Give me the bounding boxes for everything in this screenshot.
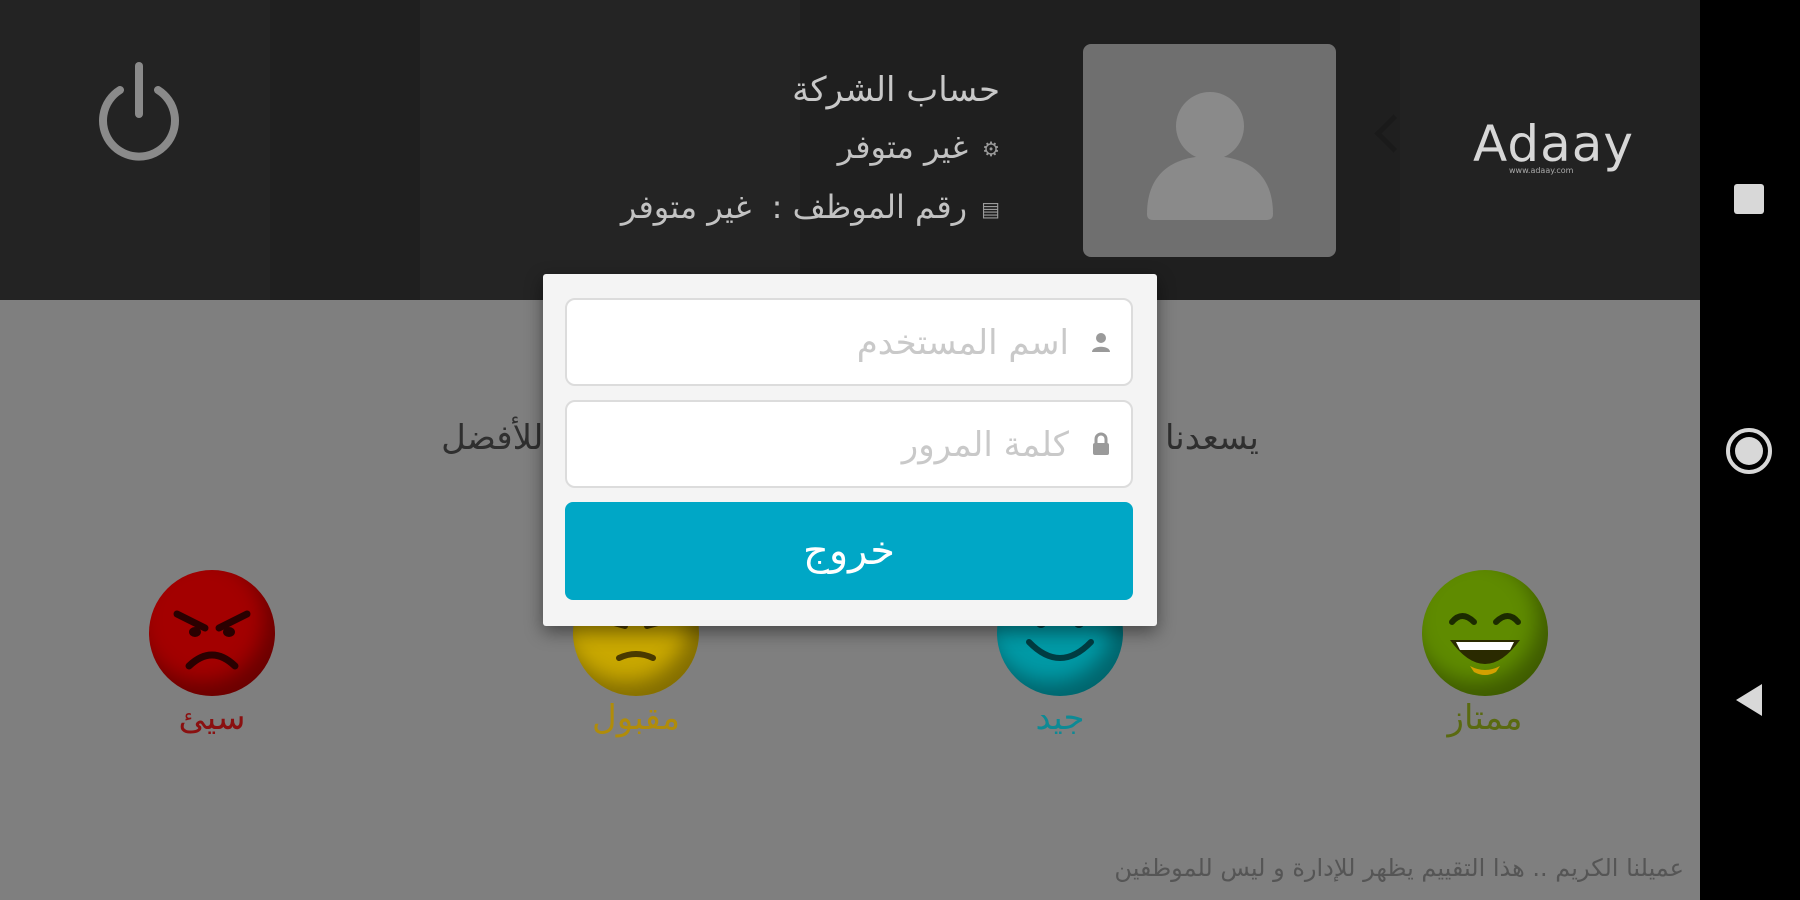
back-icon[interactable]: [1734, 682, 1764, 718]
recent-apps-icon[interactable]: [1734, 184, 1764, 214]
home-icon[interactable]: [1724, 426, 1774, 476]
exit-button[interactable]: خروج: [565, 502, 1133, 600]
login-dialog: خروج: [543, 274, 1157, 626]
app-screen: حساب الشركة ⚙غير متوفر ▤رقم الموظف : غير…: [0, 0, 1700, 900]
username-field[interactable]: [565, 298, 1133, 386]
user-icon: [1092, 333, 1110, 352]
username-input[interactable]: [587, 300, 1071, 386]
password-input[interactable]: [587, 402, 1071, 488]
lock-icon: [1093, 432, 1109, 455]
password-field[interactable]: [565, 400, 1133, 488]
